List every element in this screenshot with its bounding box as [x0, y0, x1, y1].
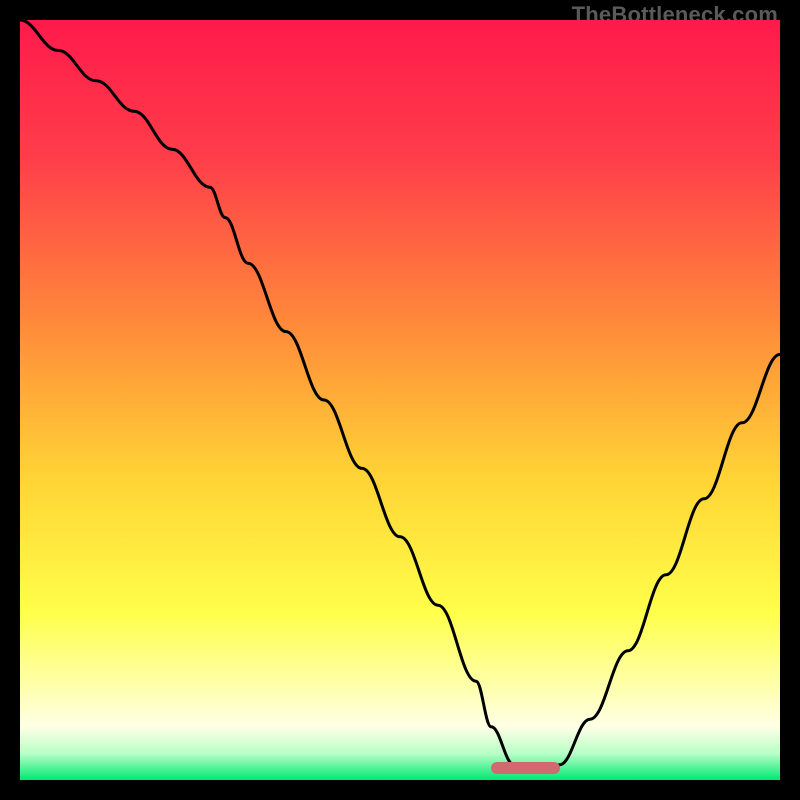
bottleneck-chart [20, 20, 780, 780]
chart-frame [20, 20, 780, 780]
optimal-range-marker [491, 762, 559, 774]
gradient-background [20, 20, 780, 780]
